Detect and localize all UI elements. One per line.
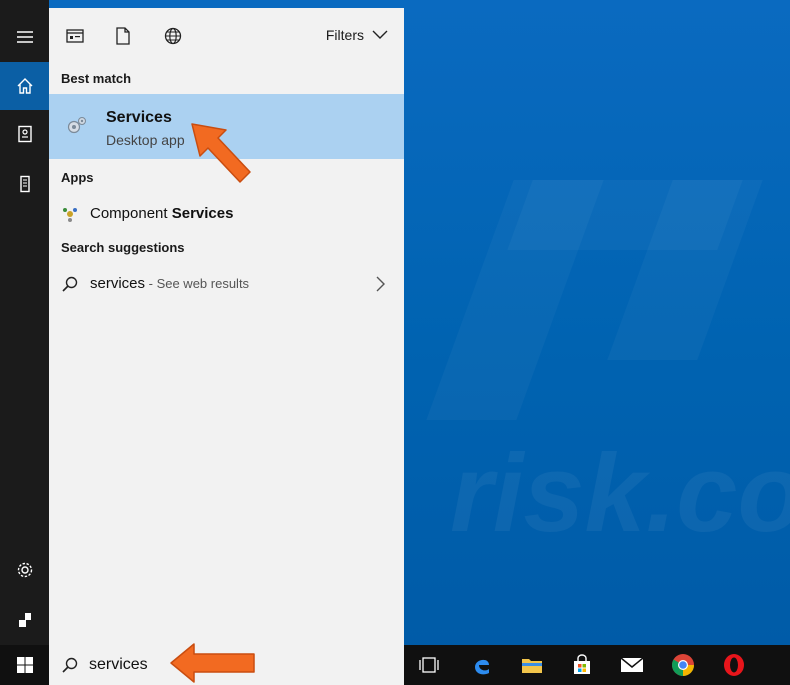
- section-header-best-match: Best match: [61, 71, 132, 86]
- chevron-right-icon: [376, 276, 385, 292]
- component-services-icon: [63, 208, 77, 222]
- opera-button[interactable]: [719, 650, 749, 680]
- apps-filter-icon: [66, 29, 84, 43]
- store-icon: [574, 654, 590, 674]
- apps-filter-button[interactable]: [65, 26, 85, 46]
- web-filter-icon: [164, 27, 182, 45]
- notebook-button[interactable]: [0, 110, 49, 158]
- documents-filter-icon: [116, 27, 130, 45]
- opera-icon: [724, 654, 744, 676]
- search-filter-toolbar: Filters: [49, 8, 404, 64]
- windows-logo-icon: [16, 657, 33, 673]
- suggestion-term: services: [90, 275, 146, 292]
- suggestion-result-services[interactable]: services - See web results: [49, 268, 404, 300]
- feedback-button[interactable]: [0, 596, 49, 644]
- start-button[interactable]: [0, 645, 49, 685]
- annotation-arrow-search-box: [170, 643, 255, 683]
- mail-button[interactable]: [617, 650, 647, 680]
- home-button[interactable]: [0, 62, 49, 110]
- device-icon: [19, 175, 30, 193]
- feedback-icon: [18, 613, 31, 627]
- filters-label: Filters: [325, 27, 364, 43]
- documents-filter-button[interactable]: [113, 26, 133, 46]
- device-button[interactable]: [0, 160, 49, 208]
- chrome-button[interactable]: [668, 650, 698, 680]
- taskbar: [0, 645, 790, 685]
- section-header-apps: Apps: [61, 170, 94, 185]
- edge-icon: [475, 659, 489, 675]
- annotation-arrow-best-match: [191, 123, 251, 183]
- app-result-label-plain: Component: [90, 205, 172, 222]
- search-icon: [62, 276, 78, 292]
- services-gear-icon: [67, 117, 86, 134]
- chevron-down-icon: [372, 30, 388, 39]
- file-explorer-button[interactable]: [517, 650, 547, 680]
- task-view-button[interactable]: [414, 650, 444, 680]
- chrome-icon: [672, 654, 694, 676]
- hamburger-menu-icon: [16, 31, 33, 43]
- search-icon: [62, 657, 78, 673]
- settings-icon: [17, 562, 32, 578]
- file-explorer-icon: [522, 659, 542, 673]
- store-button[interactable]: [567, 650, 597, 680]
- task-view-icon: [419, 657, 439, 673]
- notebook-icon: [17, 125, 32, 143]
- suggestion-label: services - See web results: [90, 275, 249, 292]
- filters-dropdown[interactable]: Filters: [326, 27, 388, 43]
- best-match-subtitle: Desktop app: [106, 132, 185, 148]
- edge-button[interactable]: [467, 650, 497, 680]
- suggestion-hint: - See web results: [145, 276, 250, 291]
- hamburger-menu-button[interactable]: [0, 13, 49, 61]
- mail-icon: [620, 657, 644, 672]
- web-filter-button[interactable]: [163, 26, 183, 46]
- watermark-text: risk.com: [450, 432, 790, 555]
- app-result-component-services[interactable]: Component Services: [49, 198, 404, 230]
- app-result-label-bold: Services: [171, 205, 234, 222]
- home-icon: [17, 78, 32, 94]
- section-header-search-suggestions: Search suggestions: [61, 240, 185, 255]
- start-left-rail: [0, 0, 49, 645]
- best-match-title: Services: [106, 109, 172, 126]
- settings-button[interactable]: [0, 546, 49, 594]
- app-result-label: Component Services: [90, 205, 233, 222]
- search-results-panel: Filters Best match Services Desktop app …: [49, 8, 404, 645]
